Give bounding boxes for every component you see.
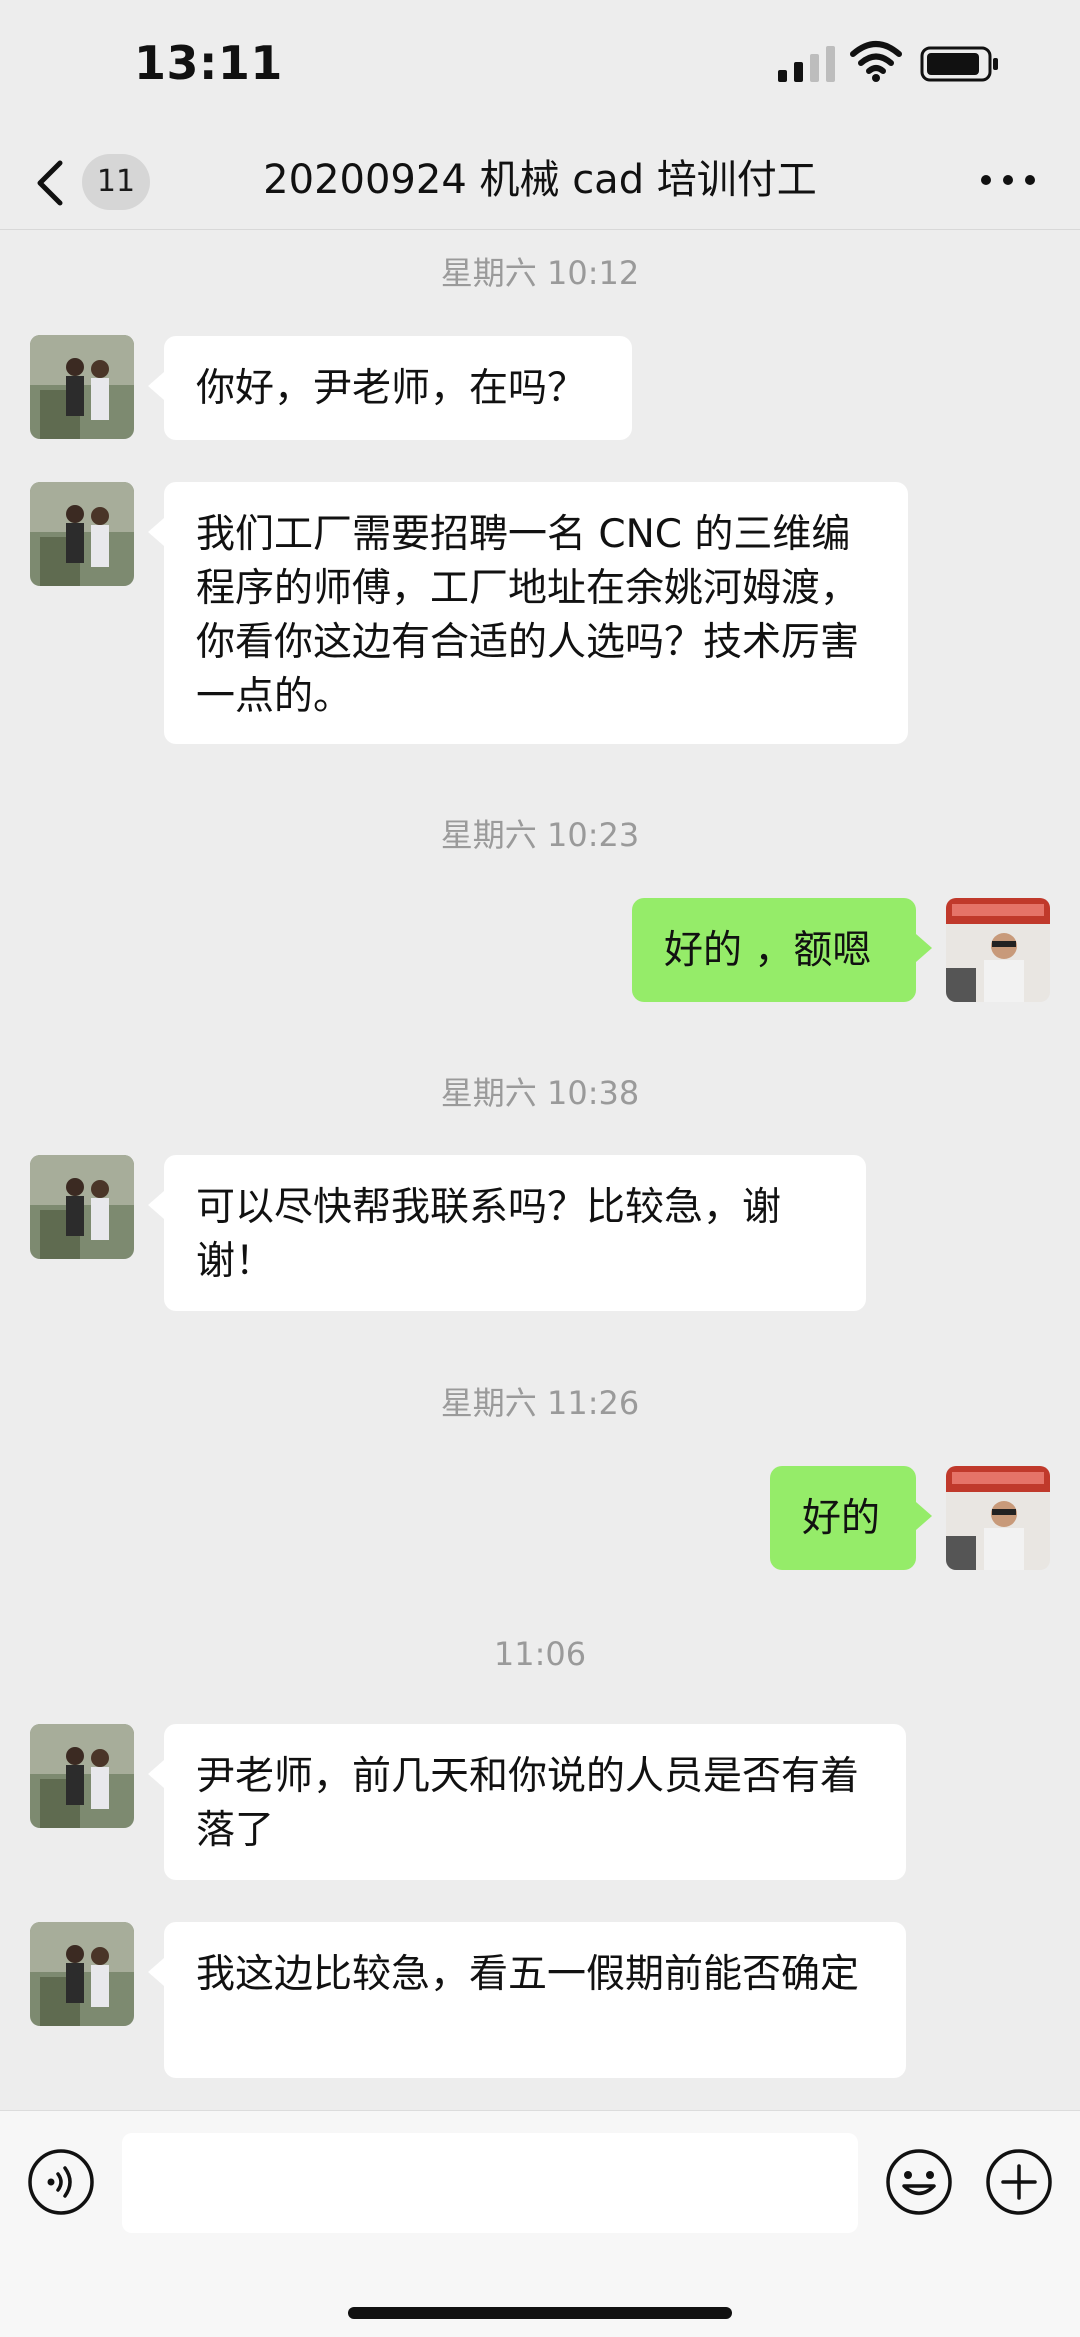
emoji-button[interactable] — [884, 2147, 954, 2217]
message-timestamp: 星期六 11:26 — [440, 1384, 640, 1422]
back-button[interactable]: 11 — [34, 150, 154, 210]
voice-icon — [28, 2149, 94, 2215]
user-avatar[interactable] — [946, 1466, 1050, 1570]
message-input[interactable] — [122, 2133, 858, 2233]
plus-icon — [986, 2149, 1052, 2215]
contact-avatar[interactable] — [30, 335, 134, 439]
voice-input-button[interactable] — [26, 2147, 96, 2217]
contact-avatar[interactable] — [30, 1922, 134, 2026]
emoji-icon — [886, 2149, 952, 2215]
signal-icon — [778, 46, 836, 82]
message-timestamp: 星期六 10:12 — [440, 254, 640, 292]
status-time: 13:11 — [134, 36, 283, 90]
more-button[interactable] — [970, 160, 1046, 200]
contact-avatar[interactable] — [30, 482, 134, 586]
incoming-message[interactable]: 尹老师，前几天和你说的人员是否有着落了 — [148, 1724, 906, 1880]
more-dots-icon — [981, 175, 1035, 185]
incoming-message[interactable]: 你好，尹老师，在吗？ — [148, 336, 632, 440]
more-actions-button[interactable] — [984, 2147, 1054, 2217]
home-indicator[interactable] — [348, 2307, 732, 2319]
chat-title: 20200924 机械 cad 培训付工 — [263, 157, 817, 203]
nav-bar: 11 20200924 机械 cad 培训付工 — [0, 130, 1080, 230]
user-avatar[interactable] — [946, 898, 1050, 1002]
unread-count-badge: 11 — [82, 154, 150, 210]
wifi-icon — [850, 40, 902, 82]
incoming-message[interactable]: 可以尽快帮我联系吗？比较急，谢谢！ — [148, 1155, 866, 1311]
message-timestamp: 星期六 10:38 — [440, 1074, 640, 1112]
contact-avatar[interactable] — [30, 1724, 134, 1828]
chat-screen: 13:11 11 20200924 机械 cad 培训付工 星期六 10:12 … — [0, 0, 1080, 2337]
contact-avatar[interactable] — [30, 1155, 134, 1259]
battery-icon — [920, 46, 1000, 82]
status-bar: 13:11 — [0, 0, 1080, 130]
outgoing-message[interactable]: 好的 — [770, 1466, 932, 1570]
chevron-left-icon — [34, 160, 66, 206]
incoming-message[interactable]: 我这边比较急，看五一假期前能否确定 — [148, 1922, 906, 2078]
incoming-message[interactable]: 我们工厂需要招聘一名 CNC 的三维编程序的师傅，工厂地址在余姚河姆渡，你看你这… — [148, 482, 908, 744]
input-bar — [0, 2110, 1080, 2337]
message-timestamp: 星期六 10:23 — [440, 816, 640, 854]
outgoing-message[interactable]: 好的 ，额嗯 — [632, 898, 932, 1002]
message-timestamp: 11:06 — [493, 1635, 587, 1673]
